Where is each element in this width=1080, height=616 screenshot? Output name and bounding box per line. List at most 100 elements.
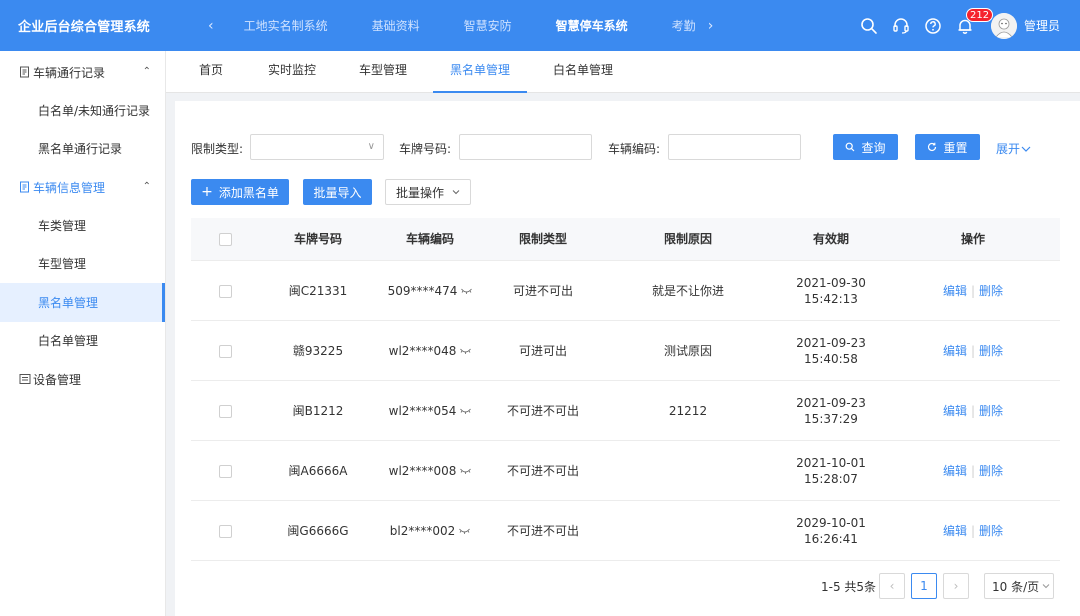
delete-link[interactable]: 删除 [979,463,1003,479]
bell-icon[interactable]: 212 [949,0,994,51]
action-divider: | [970,284,976,298]
delete-link[interactable]: 删除 [979,523,1003,539]
row-checkbox[interactable] [218,464,232,478]
chevron-down-icon [1042,583,1050,589]
eye-closed-icon[interactable] [460,348,472,355]
vehicle-code-input[interactable] [668,134,801,160]
tab-model[interactable]: 车型管理 [356,51,410,93]
cell-actions: 编辑 | 删除 [918,381,1028,441]
chevron-up-icon: ⌃ [142,181,151,192]
sidebar-group-label: 设备管理 [33,372,82,387]
tab-monitor[interactable]: 实时监控 [265,51,319,93]
chevron-down-icon: ∨ [367,141,375,152]
search-button[interactable]: 查询 [833,134,898,160]
page-button-current[interactable]: 1 [911,573,937,599]
batch-import-button[interactable]: 批量导入 [303,179,372,205]
tab-whitelist[interactable]: 白名单管理 [551,51,615,93]
list-icon [19,373,31,385]
edit-link[interactable]: 编辑 [943,403,967,419]
cell-plate: 闽G6666G [287,524,349,538]
sidebar-item-whitelist[interactable]: 白名单管理 [0,322,165,361]
col-restriction-reason: 限制原因 [663,232,712,246]
action-divider: | [970,524,976,538]
batch-action-dropdown[interactable]: 批量操作 [385,179,471,205]
chevron-up-icon: ⌃ [142,66,151,77]
delete-link[interactable]: 删除 [979,403,1003,419]
page-size-value: 10 条/页 [992,579,1040,594]
chevron-left-icon: ‹ [889,579,895,593]
sidebar-item-blacklist-records[interactable]: 黑名单通行记录 [0,130,165,169]
search-icon[interactable] [853,0,885,51]
row-checkbox[interactable] [218,284,232,298]
eye-closed-icon[interactable] [459,528,471,535]
action-divider: | [970,344,976,358]
username[interactable]: 管理员 [1024,17,1060,34]
next-page-button[interactable]: › [943,573,969,599]
pagination-total: 1-5 共5条 [821,580,877,594]
edit-link[interactable]: 编辑 [943,283,967,299]
action-divider: | [970,464,976,478]
page-size-select[interactable]: 10 条/页 [984,573,1054,599]
headset-icon[interactable] [885,0,917,51]
sidebar-group-devices[interactable]: 设备管理 [0,360,165,398]
sidebar-item-blacklist[interactable]: 黑名单管理 [0,283,165,322]
vehicle-code-text: wl2****008 [388,464,457,478]
delete-link[interactable]: 删除 [979,283,1003,299]
cell-restriction-type: 可进不可出 [512,284,573,298]
system-tab-attendance[interactable]: 考勤 [650,17,700,34]
system-tab-basic[interactable]: 基础资料 [350,17,442,34]
sidebar-group-records[interactable]: 车辆通行记录 ⌃ [0,53,165,91]
sidebar-group-vehicle-info[interactable]: 车辆信息管理 ⌃ [0,168,165,206]
system-tab-site[interactable]: 工地实名制系统 [222,17,350,34]
row-checkbox[interactable] [218,344,232,358]
reset-button-label: 重置 [943,140,968,155]
expand-filters-link[interactable]: 展开 [996,140,1031,157]
chevron-down-icon [1021,145,1031,153]
validity-date: 2021-09-30 [796,276,866,290]
system-tab-security[interactable]: 智慧安防 [442,17,534,34]
restriction-type-select[interactable]: ∨ [250,134,384,160]
cell-validity: 2029-10-01 16:26:41 [776,501,886,561]
edit-link[interactable]: 编辑 [943,343,967,359]
nav-next-icon[interactable]: › [700,18,722,34]
tab-blacklist[interactable]: 黑名单管理 [433,51,527,93]
add-blacklist-button[interactable]: + 添加黑名单 [191,179,289,205]
table-row: 闽G6666G bl2****002 不可进不可出 2029-10-01 16:26:4… [191,501,1060,561]
select-all-checkbox[interactable] [218,233,232,246]
restriction-type-label: 限制类型: [191,142,244,156]
cell-validity: 2021-10-01 15:28:07 [776,441,886,501]
row-checkbox[interactable] [218,524,232,538]
sidebar-item-vehicle-class[interactable]: 车类管理 [0,206,165,245]
cell-restriction-reason: 就是不让你进 [651,284,724,298]
sidebar-item-vehicle-model[interactable]: 车型管理 [0,245,165,284]
edit-link[interactable]: 编辑 [943,523,967,539]
expand-link-label: 展开 [996,142,1021,156]
table-row: 闽C21331 509****474 可进不可出 就是不让你进 2021-09-30 15… [191,261,1060,321]
vehicle-code-text: 509****474 [387,284,458,298]
edit-link[interactable]: 编辑 [943,463,967,479]
help-icon[interactable] [917,0,949,51]
validity-date: 2021-09-23 [796,396,866,410]
plus-icon: + [201,184,213,200]
eye-closed-icon[interactable] [460,468,472,475]
cell-vehicle-code: 509****474 [375,261,485,321]
select-all-checkbox-cell [211,218,239,261]
eye-closed-icon[interactable] [460,408,472,415]
reset-button[interactable]: 重置 [915,134,980,160]
tab-home[interactable]: 首页 [191,51,231,93]
chevron-right-icon: › [953,579,959,593]
plate-input[interactable] [459,134,592,160]
delete-link[interactable]: 删除 [979,343,1003,359]
cell-plate: 闽A6666A [288,464,348,478]
prev-page-button[interactable]: ‹ [879,573,905,599]
validity-time: 15:37:29 [804,412,858,426]
nav-prev-icon[interactable]: ‹ [200,18,222,34]
sidebar-group-label: 车辆信息管理 [33,180,106,195]
system-tab-parking[interactable]: 智慧停车系统 [534,17,650,34]
cell-vehicle-code: wl2****054 [375,381,485,441]
row-checkbox-cell [211,501,239,561]
sidebar-item-whitelist-records[interactable]: 白名单/未知通行记录 [0,91,165,130]
row-checkbox[interactable] [218,404,232,418]
eye-closed-icon[interactable] [461,288,473,295]
avatar[interactable] [990,12,1017,39]
